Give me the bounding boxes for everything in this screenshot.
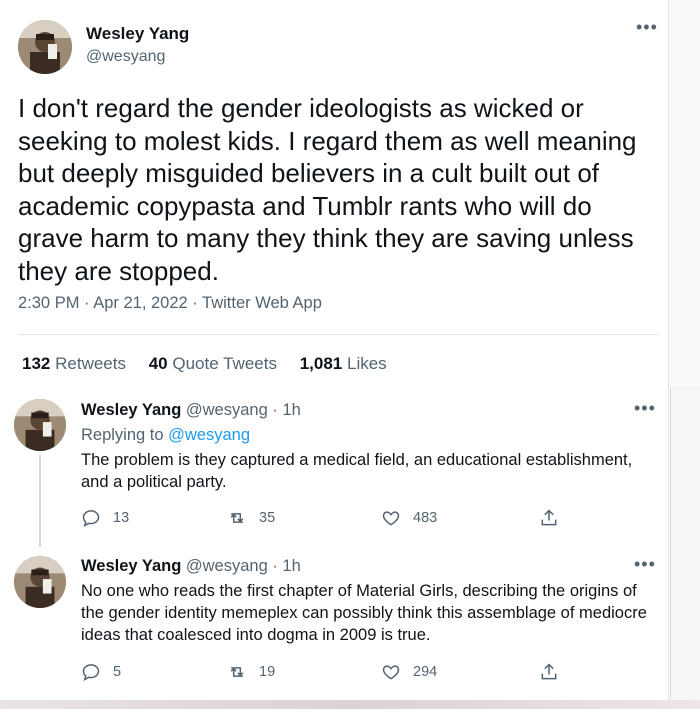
more-icon[interactable]: •••	[634, 555, 656, 573]
share-action[interactable]	[539, 662, 559, 682]
divider	[18, 334, 658, 335]
like-action[interactable]: 483	[381, 508, 437, 528]
avatar[interactable]	[14, 399, 66, 451]
author-handle[interactable]: @wesyang	[86, 48, 165, 66]
thread-line	[39, 455, 41, 547]
retweet-icon	[230, 667, 244, 677]
main-tweet: Wesley Yang @wesyang ••• I don't regard …	[0, 0, 668, 387]
share-action[interactable]	[539, 508, 559, 528]
tweet-timestamp[interactable]: 2:30 PM · Apr 21, 2022 · Twitter Web App	[18, 294, 322, 313]
reply-text: No one who reads the first chapter of Ma…	[81, 582, 647, 644]
reply-icon	[82, 510, 100, 527]
replying-to: Replying to @wesyang	[81, 426, 251, 444]
heart-icon	[382, 665, 400, 680]
avatar[interactable]	[14, 556, 66, 608]
reply-tweet[interactable]: Wesley Yang @wesyang · 1h ••• No one who…	[0, 547, 670, 700]
reply-action[interactable]: 13	[81, 508, 129, 528]
share-icon	[541, 509, 557, 526]
bottom-edge	[0, 700, 700, 709]
likes-stat[interactable]: 1,081 Likes	[300, 354, 387, 373]
tweet-text: I don't regard the gender ideologists as…	[18, 93, 637, 286]
reply-action[interactable]: 5	[81, 662, 121, 682]
window-right-edge-lower	[670, 387, 700, 709]
heart-icon	[382, 511, 400, 526]
retweet-action[interactable]: 19	[227, 662, 275, 682]
quote-tweets-stat[interactable]: 40 Quote Tweets	[149, 354, 277, 373]
author-name[interactable]: Wesley Yang	[81, 401, 181, 419]
reply-tweet[interactable]: Wesley Yang @wesyang · 1h ••• Replying t…	[0, 387, 670, 547]
tweet-stats: 132 Retweets 40 Quote Tweets 1,081 Likes	[22, 354, 405, 374]
reply-header: Wesley Yang @wesyang · 1h	[81, 557, 301, 576]
tweet-actions: 13 35 483	[81, 508, 561, 532]
reply-text: The problem is they captured a medical f…	[81, 451, 633, 491]
tweet-actions: 5 19 294	[81, 662, 561, 686]
reply-header: Wesley Yang @wesyang · 1h	[81, 401, 301, 420]
retweet-icon	[230, 513, 244, 523]
reply-icon	[82, 664, 100, 681]
author-name[interactable]: Wesley Yang	[86, 24, 189, 44]
like-action[interactable]: 294	[381, 662, 437, 682]
retweets-stat[interactable]: 132 Retweets	[22, 354, 126, 373]
mention-link[interactable]: @wesyang	[168, 426, 250, 444]
avatar[interactable]	[18, 20, 72, 74]
handle-time[interactable]: @wesyang · 1h	[186, 401, 301, 419]
author-name[interactable]: Wesley Yang	[81, 557, 181, 575]
handle-time[interactable]: @wesyang · 1h	[186, 557, 301, 575]
retweet-action[interactable]: 35	[227, 508, 275, 528]
more-icon[interactable]: •••	[636, 18, 658, 36]
more-icon[interactable]: •••	[634, 399, 656, 417]
share-icon	[541, 663, 557, 680]
